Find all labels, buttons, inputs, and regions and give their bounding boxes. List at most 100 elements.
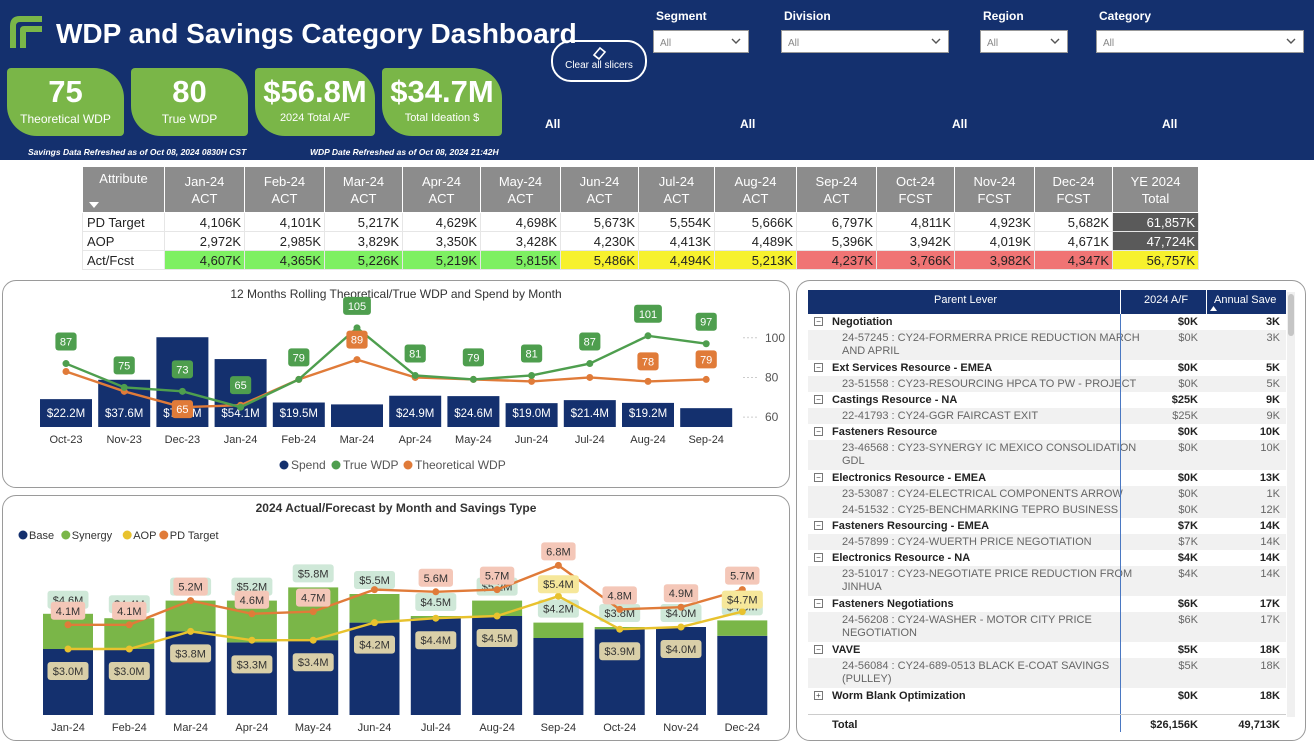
lever-group-row[interactable]: − Fasteners Resource $0K 10K: [808, 424, 1286, 440]
lever-item-row: 23-51017 : CY23-NEGOTIATE PRICE REDUCTIO…: [808, 566, 1286, 596]
wdp-point: [702, 340, 710, 348]
lever-af-value: $4K: [1177, 552, 1198, 564]
annual-save-col-header[interactable]: Annual Save: [1214, 294, 1276, 306]
legend-label: PD Target: [170, 530, 219, 542]
collapse-icon[interactable]: −: [814, 473, 823, 482]
theoretical-wdp-label: 79: [700, 354, 712, 366]
month-col-header[interactable]: Oct-24 FCST: [876, 166, 955, 213]
lever-item-label-cont: AND APRIL: [842, 345, 900, 357]
month-col-header[interactable]: Aug-24 ACT: [714, 166, 797, 213]
segment-slicer-dropdown[interactable]: All: [653, 30, 749, 53]
wdp-point: [586, 360, 594, 368]
wdp-point: [644, 332, 652, 340]
matrix-row: PD Target 4,106K 4,101K 5,217K 4,629K 4,698K 5…: [82, 212, 1199, 232]
true-wdp-label: 87: [584, 337, 596, 349]
lever-annual-value: 1K: [1266, 488, 1280, 500]
lever-af-value: $6K: [1177, 598, 1198, 610]
lever-rows[interactable]: − Negotiation $0K 3K 24-57245 : CY24-FORMERR…: [808, 314, 1286, 710]
collapse-icon[interactable]: −: [814, 521, 823, 530]
x-tick-label: Sep-24: [541, 722, 576, 734]
lever-annual-value: 12K: [1260, 504, 1280, 516]
lever-group-row[interactable]: − VAVE $5K 18K: [808, 642, 1286, 658]
total-annual: 49,713K: [1238, 719, 1280, 731]
lever-group-row[interactable]: − Negotiation $0K 3K: [808, 314, 1286, 330]
base-bar: [533, 638, 584, 715]
lever-group-label: Fasteners Resourcing - EMEA: [832, 520, 990, 532]
lever-group-row[interactable]: + Worm Blank Optimization $0K 18K: [808, 688, 1286, 704]
lever-group-row[interactable]: − Electronics Resource - NA $4K 14K: [808, 550, 1286, 566]
division-slicer-dropdown[interactable]: All: [781, 30, 949, 53]
total-label: $4.5M: [421, 597, 452, 609]
matrix-cell: 4,698K: [480, 212, 561, 232]
savings-type-chart: Base Synergy AOP PD TargetJan-24$4.6M$3.0MF…: [18, 530, 768, 734]
lever-item-row: 24-51532 : CY25-BENCHMARKING TEPRO BUSIN…: [808, 502, 1286, 518]
collapse-icon[interactable]: −: [814, 645, 823, 654]
lever-group-row[interactable]: − Fasteners Negotiations $6K 17K: [808, 596, 1286, 612]
wdp-point: [702, 375, 710, 383]
matrix-cell: 4,811K: [876, 212, 955, 232]
lever-af-value: $6K: [1178, 614, 1198, 626]
wdp-point: [469, 375, 477, 383]
base-bar: [594, 629, 645, 715]
x-tick-label: May-24: [295, 722, 332, 734]
lever-af-value: $0K: [1178, 442, 1198, 454]
month-col-header[interactable]: Sep-24 ACT: [796, 166, 877, 213]
collapse-icon[interactable]: −: [814, 599, 823, 608]
segment-slicer-label: Segment: [656, 9, 707, 23]
month-col-header[interactable]: Feb-24 ACT: [244, 166, 325, 213]
matrix-cell: 2,972K: [164, 231, 245, 251]
collapse-icon[interactable]: −: [814, 553, 823, 562]
matrix-cell: 4,237K: [796, 250, 877, 270]
theoretical-wdp-label: 89: [351, 335, 363, 347]
month-col-header[interactable]: May-24 ACT: [480, 166, 561, 213]
matrix-cell: 5,682K: [1034, 212, 1113, 232]
line-point: [309, 608, 317, 616]
line-point: [371, 586, 378, 594]
x-tick-label: Jan-24: [224, 434, 258, 446]
lever-group-row[interactable]: − Castings Resource - NA $25K 9K: [808, 392, 1286, 408]
expand-icon[interactable]: +: [814, 691, 823, 700]
month-col-header[interactable]: Nov-24 FCST: [954, 166, 1035, 213]
lever-group-label: Fasteners Resource: [832, 426, 938, 438]
kpi-value: $34.7M: [390, 74, 494, 109]
lever-group-row[interactable]: − Fasteners Resourcing - EMEA $7K 14K: [808, 518, 1286, 534]
lever-af-value: $0K: [1178, 378, 1198, 390]
attribute-header[interactable]: Attribute: [82, 166, 165, 213]
lever-table-scrollbar[interactable]: [1287, 292, 1295, 717]
column-divider: [1120, 290, 1121, 314]
month-col-header[interactable]: Mar-24 ACT: [324, 166, 403, 213]
spend-label: $24.6M: [454, 408, 492, 420]
month-col-header[interactable]: Jan-24 ACT: [164, 166, 245, 213]
collapse-icon[interactable]: −: [814, 427, 823, 436]
lever-group-row[interactable]: − Electronics Resource - EMEA $0K 13K: [808, 470, 1286, 486]
matrix-cell: 4,106K: [164, 212, 245, 232]
lever-annual-value: 14K: [1260, 536, 1280, 548]
month-col-header[interactable]: Apr-24 ACT: [402, 166, 481, 213]
matrix-cell: 3,766K: [876, 250, 955, 270]
month-col-header[interactable]: Dec-24 FCST: [1034, 166, 1113, 213]
lever-group-row[interactable]: − Ext Services Resource - EMEA $0K 5K: [808, 360, 1286, 376]
sort-asc-icon: [1210, 306, 1217, 311]
true-wdp-label: 87: [60, 337, 72, 349]
month-label: Feb-24: [263, 173, 306, 189]
region-slicer-dropdown[interactable]: All: [980, 30, 1068, 53]
collapse-icon[interactable]: −: [814, 317, 823, 326]
clear-slicers-button[interactable]: Clear all slicers: [551, 40, 647, 82]
lever-annual-value: 9K: [1266, 410, 1280, 422]
month-col-header[interactable]: Jun-24 ACT: [560, 166, 639, 213]
month-label: Aug-24: [734, 173, 777, 189]
lever-total-row: Total $26,156K 49,713K: [808, 714, 1286, 734]
category-slicer-dropdown[interactable]: All: [1096, 30, 1304, 53]
lever-table-header: Parent Lever 2024 A/F Annual Save: [808, 290, 1286, 314]
scrollbar-thumb[interactable]: [1288, 294, 1294, 336]
matrix-row: AOP 2,972K 2,985K 3,829K 3,350K 3,428K 4,230K 4…: [82, 231, 1199, 251]
collapse-icon[interactable]: −: [814, 363, 823, 372]
kpi-label: True WDP: [161, 112, 218, 126]
type-label: ACT: [191, 190, 218, 206]
month-col-header[interactable]: YE 2024 Total: [1112, 166, 1199, 213]
af-col-header[interactable]: 2024 A/F: [1144, 294, 1188, 306]
lever-col-header[interactable]: Parent Lever: [934, 294, 997, 306]
month-col-header[interactable]: Jul-24 ACT: [638, 166, 715, 213]
collapse-icon[interactable]: −: [814, 395, 823, 404]
wdp-point: [237, 403, 245, 411]
